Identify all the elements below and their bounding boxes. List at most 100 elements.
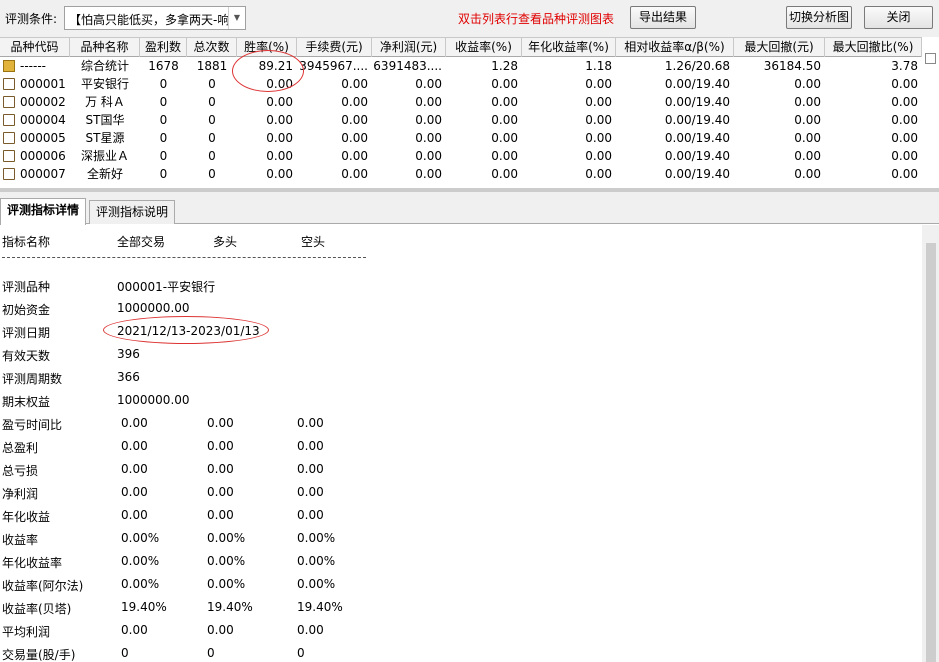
detail-value: 0.00 xyxy=(207,623,234,637)
cell-wins: 0 xyxy=(159,113,168,127)
cell-name: ST星源 xyxy=(85,131,125,145)
cell-winrate: 0.00 xyxy=(266,95,293,109)
detail-label: 初始资金 xyxy=(2,303,51,317)
detail-label: 评测品种 xyxy=(2,280,51,294)
cell-wins: 0 xyxy=(159,131,168,145)
column-header-relative[interactable]: 相对收益率α/β(%) xyxy=(616,38,734,57)
cell-wins: 0 xyxy=(159,167,168,181)
cell-maxdd: 0.00 xyxy=(794,77,821,91)
detail-label: 交易量(股/手) xyxy=(2,648,76,662)
results-table: 品种代码 品种名称 盈利数 总次数 胜率(%) 手续费(元) 净利润(元) 收益率(%) 年化收… xyxy=(0,37,922,190)
column-header-total[interactable]: 总次数 xyxy=(187,38,237,57)
annotation-ellipse-winrate xyxy=(232,50,304,92)
cell-fee: 0.00 xyxy=(341,131,368,145)
column-header-wins[interactable]: 盈利数 xyxy=(140,38,187,57)
detail-value: 19.40% xyxy=(207,600,253,614)
column-header-fee[interactable]: 手续费(元) xyxy=(297,38,372,57)
detail-value: 0.00 xyxy=(297,485,324,499)
detail-label: 净利润 xyxy=(2,487,39,501)
detail-value: 0.00 xyxy=(297,462,324,476)
condition-select[interactable]: 【怕高只能低买，多拿两天-响 ▼ xyxy=(64,6,246,30)
switch-chart-button[interactable]: 切换分析图 xyxy=(786,6,852,29)
detail-value: 0.00 xyxy=(297,439,324,453)
cell-annual: 0.00 xyxy=(585,149,612,163)
detail-value: 1000000.00 xyxy=(117,393,190,407)
detail-scrollbar[interactable] xyxy=(922,225,939,662)
cell-profit: 0.00 xyxy=(415,149,442,163)
cell-ret: 0.00 xyxy=(491,113,518,127)
column-header-ret[interactable]: 收益率(%) xyxy=(446,38,522,57)
detail-value: 0.00 xyxy=(121,508,148,522)
cell-relative: 1.26/20.68 xyxy=(664,59,730,73)
cell-relative: 0.00/19.40 xyxy=(664,113,730,127)
cell-maxdd: 0.00 xyxy=(794,95,821,109)
detail-value: 0.00 xyxy=(207,416,234,430)
tab-detail[interactable]: 评测指标详情 xyxy=(0,198,87,225)
column-header-code[interactable]: 品种代码 xyxy=(0,38,70,57)
detail-pane: 指标名称 全部交易 多头 空头 评测品种 000001-平安银行 初始资金 10000… xyxy=(0,225,922,662)
cell-winrate: 0.00 xyxy=(266,167,293,181)
cell-name: 全新好 xyxy=(86,167,123,181)
column-header-annual[interactable]: 年化收益率(%) xyxy=(522,38,616,57)
chevron-down-icon[interactable]: ▼ xyxy=(228,7,245,29)
column-header-name[interactable]: 品种名称 xyxy=(70,38,140,57)
cell-maxddr: 3.78 xyxy=(891,59,918,73)
table-row[interactable]: 000007 全新好 0 0 0.00 0.00 0.00 0.00 0.00 0.00/19.4… xyxy=(0,165,922,183)
cell-total: 0 xyxy=(208,167,216,181)
cell-winrate: 0.00 xyxy=(266,113,293,127)
detail-value: 396 xyxy=(117,347,140,361)
cell-total: 0 xyxy=(208,149,216,163)
cell-code: 000005 xyxy=(20,131,66,145)
cell-profit: 0.00 xyxy=(415,77,442,91)
detail-value: 0.00% xyxy=(297,554,336,568)
detail-value: 0.00% xyxy=(297,577,336,591)
cell-total: 0 xyxy=(208,77,216,91)
detail-label: 收益率 xyxy=(2,533,39,547)
column-header-profit[interactable]: 净利润(元) xyxy=(372,38,446,57)
detail-value: 0.00 xyxy=(121,462,148,476)
cell-profit: 0.00 xyxy=(415,131,442,145)
cell-code: 000004 xyxy=(20,113,66,127)
table-row[interactable]: ------ 综合统计 1678 1881 89.21 3945967.... 639148… xyxy=(0,57,922,75)
condition-select-value: 【怕高只能低买，多拿两天-响 xyxy=(69,13,229,27)
detail-label: 评测周期数 xyxy=(2,372,63,386)
detail-value: 0.00 xyxy=(121,439,148,453)
tab-explanation[interactable]: 评测指标说明 xyxy=(89,200,176,224)
detail-label: 收益率(阿尔法) xyxy=(2,579,84,593)
close-button[interactable]: 关闭 xyxy=(864,6,933,29)
table-row[interactable]: 000005 ST星源 0 0 0.00 0.00 0.00 0.00 0.00 0.00/19.… xyxy=(0,129,922,147)
table-row[interactable]: 000004 ST国华 0 0 0.00 0.00 0.00 0.00 0.00 0.00/19.… xyxy=(0,111,922,129)
detail-label: 有效天数 xyxy=(2,349,51,363)
detail-label: 盈亏时间比 xyxy=(2,418,63,432)
column-header-maxddr[interactable]: 最大回撤比(%) xyxy=(825,38,922,57)
cell-ret: 1.28 xyxy=(491,59,518,73)
detail-label: 期末权益 xyxy=(2,395,51,409)
cell-annual: 1.18 xyxy=(585,59,612,73)
table-row[interactable]: 000001 平安银行 0 0 0.00 0.00 0.00 0.00 0.00 0.00/19.… xyxy=(0,75,922,93)
cell-name: ST国华 xyxy=(85,113,125,127)
cell-maxdd: 0.00 xyxy=(794,131,821,145)
cell-code: ------ xyxy=(20,59,46,73)
detail-value: 19.40% xyxy=(297,600,343,614)
detail-value: 0.00% xyxy=(207,554,246,568)
double-click-hint: 双击列表行查看品种评测图表 xyxy=(458,12,615,26)
cell-code: 000007 xyxy=(20,167,66,181)
column-header-maxdd[interactable]: 最大回撤(元) xyxy=(734,38,825,57)
detail-value: 0.00% xyxy=(121,577,160,591)
cell-total: 1881 xyxy=(196,59,228,73)
cell-fee: 0.00 xyxy=(341,149,368,163)
cell-fee: 3945967.... xyxy=(299,59,368,73)
detail-value: 0.00% xyxy=(121,531,160,545)
detail-label: 评测日期 xyxy=(2,326,51,340)
cell-fee: 0.00 xyxy=(341,95,368,109)
scrollbar-box-icon[interactable] xyxy=(925,53,936,64)
export-button[interactable]: 导出结果 xyxy=(630,6,696,29)
cell-wins: 0 xyxy=(159,77,168,91)
cell-ret: 0.00 xyxy=(491,95,518,109)
cell-winrate: 0.00 xyxy=(266,131,293,145)
cell-relative: 0.00/19.40 xyxy=(664,95,730,109)
divider xyxy=(2,257,366,258)
table-row[interactable]: 000006 深振业Ａ 0 0 0.00 0.00 0.00 0.00 0.00 0.00/19.… xyxy=(0,147,922,165)
table-row[interactable]: 000002 万 科Ａ 0 0 0.00 0.00 0.00 0.00 0.00 0.00/19.… xyxy=(0,93,922,111)
scroll-thumb[interactable] xyxy=(926,243,936,662)
